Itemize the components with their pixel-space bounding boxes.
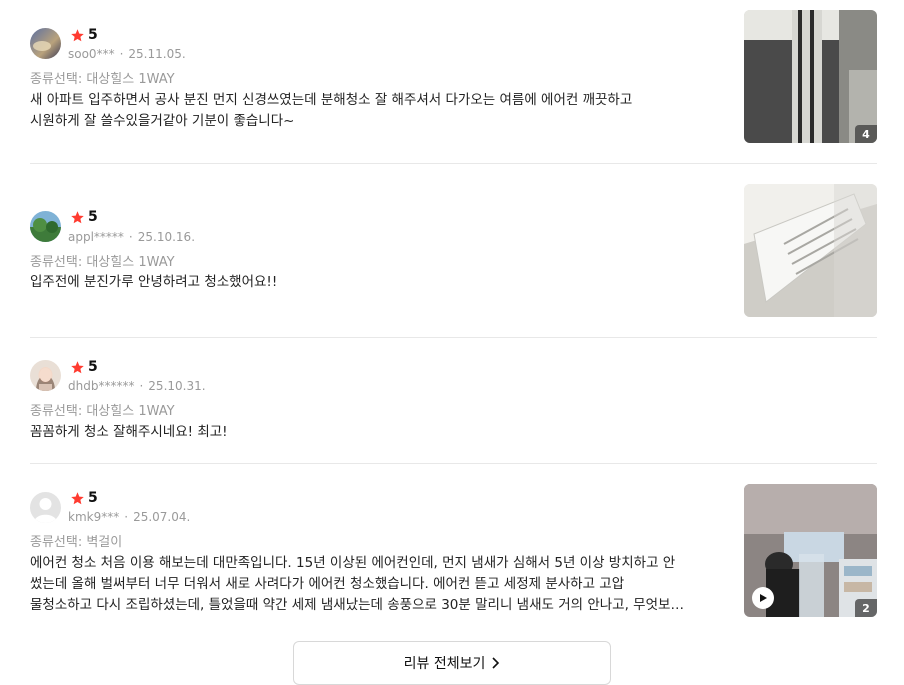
avatar (30, 28, 61, 59)
reviewer-id: appl***** (68, 230, 124, 244)
rating-row: 5 (70, 27, 98, 43)
review-date: 25.11.05. (128, 47, 186, 61)
view-all-reviews-button[interactable]: 리뷰 전체보기 (293, 641, 611, 685)
review-item: 5 soo0*** · 25.11.05. 종류선택: 대상힐스 1WAY 새 아파… (30, 10, 877, 145)
review-text[interactable]: 꼼꼼하게 청소 잘해주시네요! 최고! (30, 422, 228, 443)
star-icon (71, 210, 84, 223)
chevron-right-icon (492, 657, 500, 669)
review-date: 25.07.04. (133, 510, 191, 524)
divider (30, 337, 877, 338)
star-icon (71, 360, 84, 373)
rating-value: 5 (88, 27, 98, 43)
avatar (30, 211, 61, 242)
option-label: 종류선택: 대상힐스 1WAY (30, 255, 175, 270)
option-label: 종류선택: 벽걸이 (30, 535, 123, 550)
star-icon (71, 491, 84, 504)
review-text[interactable]: 입주전에 분진가루 안녕하려고 청소했어요!! (30, 272, 277, 293)
avatar (30, 492, 61, 523)
review-video[interactable]: 2 (744, 484, 877, 617)
review-meta: kmk9*** · 25.07.04. (68, 510, 191, 524)
rating-row: 5 (70, 209, 98, 225)
option-label: 종류선택: 대상힐스 1WAY (30, 72, 175, 87)
review-text[interactable]: 에어컨 청소 처음 이용 해보는데 대만족입니다. 15년 이상된 에어컨인데,… (30, 553, 718, 616)
play-icon (760, 594, 767, 602)
review-date: 25.10.16. (137, 230, 196, 244)
review-item: 5 kmk9*** · 25.07.04. 종류선택: 벽걸이 에어컨 청소 처음 … (30, 484, 877, 619)
rating-value: 5 (88, 209, 98, 225)
review-photo[interactable]: 4 (744, 10, 877, 143)
photo-count-badge: 2 (855, 599, 877, 617)
review-date: 25.10.31. (148, 379, 206, 393)
play-button[interactable] (752, 587, 774, 609)
star-icon (71, 28, 84, 41)
review-text[interactable]: 새 아파트 입주하면서 공사 분진 먼지 신경쓰였는데 분해청소 잘 해주셔서 … (30, 90, 718, 132)
view-all-reviews-label: 리뷰 전체보기 (403, 656, 486, 672)
option-label: 종류선택: 대상힐스 1WAY (30, 404, 175, 419)
divider (30, 463, 877, 464)
rating-row: 5 (70, 490, 98, 506)
review-meta: appl***** · 25.10.16. (68, 230, 196, 244)
reviewer-id: kmk9*** (68, 510, 120, 524)
avatar (30, 360, 61, 391)
reviewer-id: soo0*** (68, 47, 115, 61)
review-meta: soo0*** · 25.11.05. (68, 47, 186, 61)
review-meta: dhdb****** · 25.10.31. (68, 379, 206, 393)
photo-count-badge: 4 (855, 125, 877, 143)
rating-row: 5 (70, 359, 98, 375)
reviewer-id: dhdb****** (68, 379, 135, 393)
rating-value: 5 (88, 490, 98, 506)
review-photo[interactable] (744, 184, 877, 317)
rating-value: 5 (88, 359, 98, 375)
review-item: 5 appl***** · 25.10.16. 종류선택: 대상힐스 1WAY 입주… (30, 184, 877, 319)
divider (30, 163, 877, 164)
review-item: 5 dhdb****** · 25.10.31. 종류선택: 대상힐스 1WAY 꼼… (30, 350, 877, 450)
